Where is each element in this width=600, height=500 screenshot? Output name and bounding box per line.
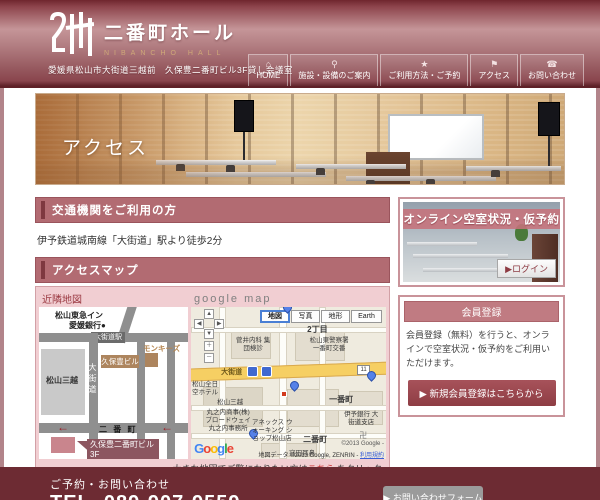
label-marunouchi: 丸之内商事(株) ブロードウェイ 丸之内事務所: [205, 409, 251, 432]
search-icon: ⚲: [331, 59, 338, 69]
membership-heading: 会員登録: [404, 301, 559, 322]
local-map: 松山東急イン 愛媛銀行● 大街道駅 大街道 松山三越 久保豊ビル モンキーズ 二…: [39, 307, 189, 459]
map-attribution: 地図データ ©2013 Google, ZENRIN - 利用規約: [258, 453, 384, 459]
site-header: 二番町ホール NIBANCHO HALL 愛媛県松山市大街道三越前 久保豊二番町…: [0, 0, 600, 88]
station-icon[interactable]: [261, 366, 273, 377]
label-annex: アネックス ウォーキング ショップ松山店: [251, 419, 293, 442]
site-footer: ご予約・お問い合わせ TEL. 089-907-9559 ▶ お問い合わせフォー…: [0, 467, 600, 500]
map-poi-icon[interactable]: [281, 391, 288, 397]
label-iyo-bank: 伊予銀行 大街道支店: [343, 411, 379, 426]
member-register-button[interactable]: ▶ 新規会員登録はこちらから: [407, 379, 556, 406]
main-column: 交通機関をご利用の方 伊予鉄道城南線「大街道」駅より徒歩2分 アクセスマップ 近…: [35, 197, 390, 479]
station-icon[interactable]: [247, 366, 259, 377]
local-map-label: 近隣地図: [42, 295, 82, 306]
room-table: [407, 242, 477, 246]
page-title: アクセス: [62, 138, 150, 159]
room-table: [413, 254, 508, 258]
label-okaido-street: 大街道: [88, 363, 97, 396]
map-type-earth-button[interactable]: Earth: [351, 310, 382, 323]
label-ichibancho: 一番町: [329, 395, 354, 404]
label-sugai-clinic: 菅井内科 集団検診: [235, 337, 271, 352]
label-okaido-road: 大街道: [221, 369, 243, 376]
footer-heading: ご予約・お問い合わせ: [50, 479, 170, 491]
google-map-label: google map: [194, 292, 272, 305]
footer-phone: TEL. 089-907-9559: [50, 492, 240, 500]
hero-banner: アクセス: [35, 93, 565, 185]
monkeys-block: [145, 353, 158, 367]
arrow-left-icon: ←: [161, 420, 173, 434]
membership-box: 会員登録 会員登録（無料）を行うと、オンラインで空室状況・仮予約をご利用いただけ…: [398, 295, 565, 417]
destination-block: [51, 437, 75, 453]
content-sheet: アクセス 交通機関をご利用の方 伊予鉄道城南線「大街道」駅より徒歩2分 アクセス…: [4, 88, 596, 479]
online-reservation-image: オンライン空室状況・仮予約 ▶ログイン: [403, 202, 560, 282]
label-kubotoyo-building: 久保豊ビル: [101, 355, 139, 368]
main-nav: ⌂ HOME ⚲ 施設・設備のご案内 ★ ご利用方法・ご予約 ⚑ アクセス ☎ …: [246, 54, 584, 86]
nav-tab-contact[interactable]: ☎ お問い合わせ: [520, 54, 584, 86]
phone-icon: ☎: [546, 59, 558, 69]
site-subtitle: NIBANCHO HALL: [104, 50, 226, 57]
transport-text: 伊予鉄道城南線「大街道」駅より徒歩2分: [37, 236, 223, 247]
home-icon: ⌂: [265, 59, 272, 69]
contact-form-button[interactable]: ▶ お問い合わせフォーム: [383, 486, 483, 500]
access-map-heading: アクセスマップ: [35, 257, 390, 283]
zoom-in-button[interactable]: ＋: [204, 341, 215, 351]
map-copyright: ©2013 Google -: [341, 441, 384, 447]
pan-down-button[interactable]: ▼: [204, 329, 215, 339]
label-police: 松山東警察署 一番町交番: [309, 337, 349, 352]
online-reservation-title: オンライン空室状況・仮予約: [403, 209, 560, 229]
label-mitsukoshi: 松山三越: [46, 376, 78, 385]
label-ana-hotel: 松山全日空ホテル: [192, 381, 219, 396]
nav-tab-facilities[interactable]: ⚲ 施設・設備のご案内: [290, 54, 379, 86]
nav-tab-home[interactable]: ⌂ HOME: [248, 54, 289, 86]
zoom-out-button[interactable]: －: [204, 353, 215, 363]
pan-left-button[interactable]: ◀: [194, 319, 205, 329]
google-logo[interactable]: Google: [194, 441, 234, 456]
map-type-photo-button[interactable]: 写真: [291, 310, 320, 323]
label-nibancho-g: 二番町: [303, 435, 328, 444]
online-reservation-box: オンライン空室状況・仮予約 ▶ログイン: [398, 197, 565, 287]
access-map-panel: 近隣地図 google map 松山東急イン 愛媛銀行● 大街道駅 大街道 松山…: [35, 286, 390, 479]
flag-icon: ⚑: [490, 59, 499, 69]
nav-tab-reservation[interactable]: ★ ご利用方法・ご予約: [380, 54, 469, 86]
star-icon: ★: [420, 59, 429, 69]
label-ehime-bank: 愛媛銀行●: [69, 321, 106, 330]
pan-right-button[interactable]: ▶: [214, 319, 225, 329]
label-nibancho-street: 二 番 町: [99, 425, 138, 434]
sidebar: オンライン空室状況・仮予約 ▶ログイン 会員登録 会員登録（無料）を行うと、オン…: [398, 197, 565, 479]
transport-heading: 交通機関をご利用の方: [35, 197, 390, 223]
nav-tab-access[interactable]: ⚑ アクセス: [470, 54, 518, 86]
logo-mark-icon: [50, 11, 94, 56]
site-title: 二番町ホール: [104, 23, 237, 44]
map-type-terrain-button[interactable]: 地形: [321, 310, 350, 323]
google-map[interactable]: 大街道 11 ▲ ◀ ▶ ▼ ＋ － 地図 写真 地形 Earth 2丁目 菅井…: [191, 307, 386, 459]
login-button[interactable]: ▶ログイン: [497, 259, 556, 278]
terms-link[interactable]: 利用規約: [360, 453, 384, 459]
arrow-left-icon: ←: [57, 420, 69, 434]
pan-up-button[interactable]: ▲: [204, 309, 215, 319]
membership-text: 会員登録（無料）を行うと、オンラインで空室状況・仮予約をご利用いただけます。: [406, 330, 551, 368]
label-mitsukoshi-g: 松山三越: [217, 399, 244, 406]
label-destination: 久保豊二番町ビル3F: [87, 439, 159, 459]
label-district2: 2丁目: [307, 325, 328, 334]
temple-icon: 卍: [359, 431, 368, 440]
site-logo[interactable]: 二番町ホール NIBANCHO HALL: [48, 10, 236, 58]
